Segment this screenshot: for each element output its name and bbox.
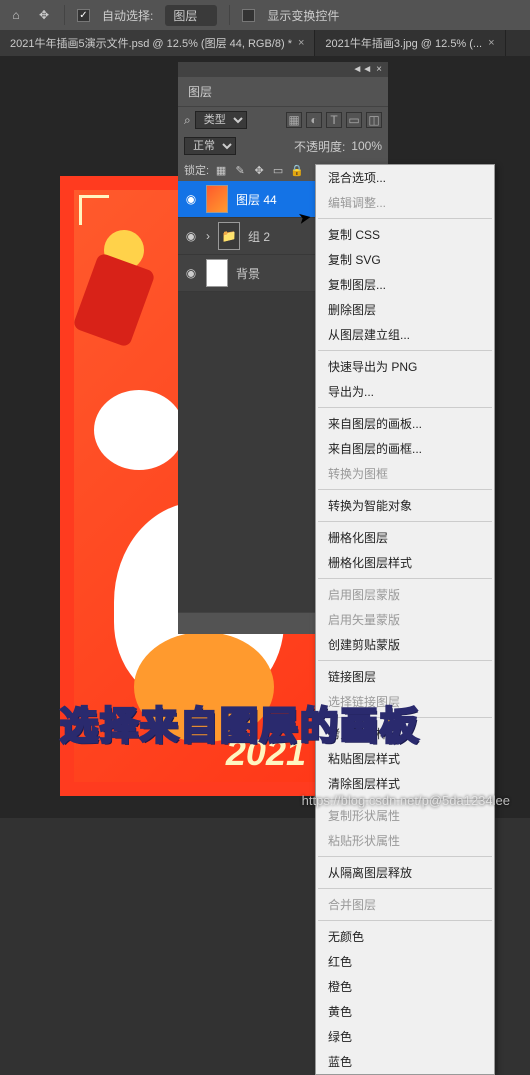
context-menu-item[interactable]: 从图层建立组...	[316, 322, 494, 347]
opacity-value[interactable]: 100%	[351, 139, 382, 153]
context-menu-item[interactable]: 来自图层的画框...	[316, 436, 494, 461]
menu-separator	[318, 920, 492, 921]
layer-thumbnail[interactable]	[206, 259, 228, 287]
collapse-icon[interactable]: ◄◄	[352, 64, 372, 75]
context-menu-item[interactable]: 删除图层	[316, 297, 494, 322]
context-menu-item[interactable]: 混合选项...	[316, 165, 494, 190]
show-transform-label: 显示变换控件	[267, 7, 339, 24]
context-menu: 混合选项...编辑调整... 复制 CSS复制 SVG复制图层...删除图层从图层…	[315, 164, 495, 1075]
menu-separator	[318, 489, 492, 490]
watermark-text: https://blog.csdn.net/p@5da1234lee	[302, 793, 510, 808]
filter-type-dropdown[interactable]: 类型	[195, 111, 247, 129]
context-menu-item[interactable]: 橙色	[316, 974, 494, 999]
context-menu-item[interactable]: 链接图层	[316, 664, 494, 689]
menu-separator	[318, 521, 492, 522]
cow-illustration	[94, 390, 184, 470]
panel-header[interactable]: ◄◄ ×	[178, 62, 388, 77]
filter-type-icon[interactable]: T	[326, 112, 342, 128]
context-menu-item[interactable]: 从隔离图层释放	[316, 860, 494, 885]
panel-tab-layers[interactable]: 图层	[178, 77, 388, 107]
context-menu-item[interactable]: 蓝色	[316, 1049, 494, 1074]
close-panel-icon[interactable]: ×	[376, 64, 382, 75]
menu-separator	[318, 350, 492, 351]
move-icon[interactable]: ✥	[36, 7, 52, 23]
context-menu-item[interactable]: 复制图层...	[316, 272, 494, 297]
auto-select-label: 自动选择:	[102, 7, 153, 24]
filter-smart-icon[interactable]: ◫	[366, 112, 382, 128]
opacity-label: 不透明度:	[294, 138, 345, 155]
instruction-caption: 选择来自图层的画板	[60, 695, 420, 750]
layer-name[interactable]: 组 2	[248, 228, 270, 245]
tab-document-1[interactable]: 2021牛年插画5演示文件.psd @ 12.5% (图层 44, RGB/8)…	[0, 30, 315, 56]
context-menu-item[interactable]: 创建剪贴蒙版	[316, 632, 494, 657]
visibility-icon[interactable]: ◉	[184, 192, 198, 206]
context-menu-item[interactable]: 转换为智能对象	[316, 493, 494, 518]
context-menu-item: 启用矢量蒙版	[316, 607, 494, 632]
blend-mode-dropdown[interactable]: 正常	[184, 137, 236, 155]
layer-filter-row: ⌕ 类型 ▦ ◐ T ▭ ◫	[178, 107, 388, 133]
context-menu-item: 编辑调整...	[316, 190, 494, 215]
auto-select-dropdown[interactable]: 图层	[165, 5, 217, 26]
visibility-icon[interactable]: ◉	[184, 266, 198, 280]
filter-pixel-icon[interactable]: ▦	[286, 112, 302, 128]
context-menu-item[interactable]: 绿色	[316, 1024, 494, 1049]
filter-adjust-icon[interactable]: ◐	[306, 112, 322, 128]
show-transform-checkbox[interactable]	[242, 9, 255, 22]
context-menu-item: 合并图层	[316, 892, 494, 917]
lock-pixels-icon[interactable]: ✎	[233, 163, 247, 177]
context-menu-item[interactable]: 栅格化图层	[316, 525, 494, 550]
search-icon: ⌕	[184, 113, 191, 128]
lock-position-icon[interactable]: ✥	[252, 163, 266, 177]
menu-separator	[318, 218, 492, 219]
visibility-icon[interactable]: ◉	[184, 229, 198, 243]
menu-separator	[318, 888, 492, 889]
chevron-right-icon[interactable]: ›	[206, 229, 210, 243]
blend-row: 正常 不透明度: 100%	[178, 133, 388, 159]
context-menu-item: 转换为图框	[316, 461, 494, 486]
lock-artboard-icon[interactable]: ▭	[271, 163, 285, 177]
layer-name[interactable]: 背景	[236, 265, 260, 282]
options-toolbar: ⌂ ✥ ✓ 自动选择: 图层 显示变换控件	[0, 0, 530, 30]
layer-name[interactable]: 图层 44	[236, 191, 277, 208]
filter-shape-icon[interactable]: ▭	[346, 112, 362, 128]
lock-label: 锁定:	[184, 162, 209, 178]
context-menu-item[interactable]: 红色	[316, 949, 494, 974]
context-menu-item[interactable]: 来自图层的画板...	[316, 411, 494, 436]
menu-separator	[318, 578, 492, 579]
close-icon[interactable]: ×	[488, 37, 494, 49]
context-menu-item: 粘贴形状属性	[316, 828, 494, 853]
context-menu-item[interactable]: 复制 SVG	[316, 247, 494, 272]
context-menu-item[interactable]: 黄色	[316, 999, 494, 1024]
document-tabs: 2021牛年插画5演示文件.psd @ 12.5% (图层 44, RGB/8)…	[0, 30, 530, 56]
layer-thumbnail[interactable]	[206, 185, 228, 213]
folder-icon[interactable]: 📁	[218, 222, 240, 250]
lock-icon[interactable]: 🔒	[290, 163, 304, 177]
menu-separator	[318, 856, 492, 857]
close-icon[interactable]: ×	[298, 37, 304, 49]
lock-all-icon[interactable]: ▦	[214, 163, 228, 177]
context-menu-item[interactable]: 栅格化图层样式	[316, 550, 494, 575]
tab-document-2[interactable]: 2021牛年插画3.jpg @ 12.5% (... ×	[315, 30, 505, 56]
menu-separator	[318, 407, 492, 408]
context-menu-item[interactable]: 无颜色	[316, 924, 494, 949]
context-menu-item[interactable]: 复制 CSS	[316, 222, 494, 247]
home-icon[interactable]: ⌂	[8, 7, 24, 23]
context-menu-item: 启用图层蒙版	[316, 582, 494, 607]
context-menu-item[interactable]: 导出为...	[316, 379, 494, 404]
menu-separator	[318, 660, 492, 661]
auto-select-checkbox[interactable]: ✓	[77, 9, 90, 22]
context-menu-item[interactable]: 快速导出为 PNG	[316, 354, 494, 379]
